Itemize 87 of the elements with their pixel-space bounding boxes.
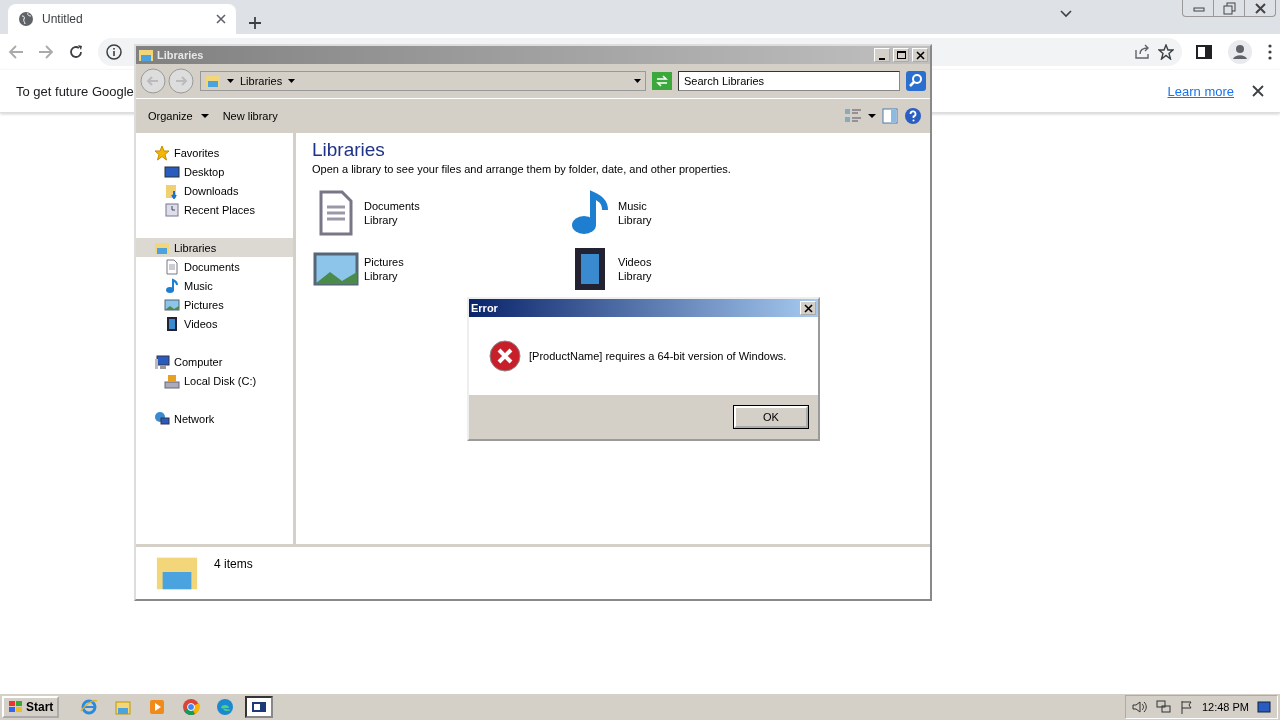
library-name: Music: [618, 199, 648, 213]
organize-menu[interactable]: Organize: [144, 108, 213, 124]
monitor-icon: [164, 163, 180, 180]
maximize-icon[interactable]: [895, 50, 907, 60]
nav-item[interactable]: Libraries: [136, 238, 293, 257]
item-count: 4 items: [214, 557, 253, 571]
ok-button[interactable]: OK: [734, 406, 808, 428]
flag-icon[interactable]: [1179, 700, 1194, 714]
nav-item[interactable]: Videos: [136, 314, 293, 333]
film-icon: [164, 315, 180, 332]
folder-icon: [164, 182, 180, 199]
error-message: [ProductName] requires a 64-bit version of Windows.: [529, 350, 787, 362]
menu-icon[interactable]: [1268, 44, 1272, 60]
share-icon[interactable]: [1134, 44, 1150, 60]
document-icon: [164, 258, 180, 275]
windows-logo-icon: [8, 700, 24, 714]
nav-item[interactable]: Music: [136, 276, 293, 295]
chevron-down-icon[interactable]: [1060, 10, 1072, 18]
library-name: Pictures: [364, 255, 404, 269]
info-text: To get future Google: [16, 83, 134, 99]
computer-icon: [154, 353, 170, 370]
library-item[interactable]: Music Library: [566, 189, 820, 237]
search-icon[interactable]: [906, 71, 926, 91]
close-icon[interactable]: [914, 50, 926, 60]
tab-title: Untitled: [42, 12, 84, 26]
show-desktop-icon[interactable]: [1257, 701, 1271, 713]
window-title: Libraries: [157, 49, 204, 61]
nav-item[interactable]: Pictures: [136, 295, 293, 314]
refresh-icon[interactable]: [652, 72, 672, 90]
speaker-icon[interactable]: [1131, 700, 1148, 714]
help-icon[interactable]: [904, 107, 922, 125]
picture-icon: [164, 296, 180, 313]
library-item[interactable]: Pictures Library: [312, 245, 566, 293]
network-icon[interactable]: [1155, 700, 1172, 714]
caret-icon[interactable]: [634, 79, 641, 83]
library-type: Library: [618, 213, 652, 227]
breadcrumb[interactable]: Libraries: [240, 75, 283, 87]
clock-icon: [164, 201, 180, 218]
nav-item[interactable]: Favorites: [136, 143, 293, 162]
library-type: Library: [618, 269, 652, 283]
caret-icon: [200, 114, 209, 118]
profile-icon[interactable]: [1228, 40, 1252, 64]
music-note-icon: [164, 277, 180, 294]
nav-item[interactable]: Downloads: [136, 181, 293, 200]
nav-item[interactable]: Network: [136, 409, 293, 428]
caret-icon[interactable]: [868, 114, 876, 118]
library-type: Library: [364, 213, 399, 227]
browser-tab[interactable]: Untitled: [8, 4, 236, 34]
reload-icon[interactable]: [68, 44, 84, 60]
info-icon: [106, 44, 122, 60]
restore-icon[interactable]: [1222, 1, 1236, 15]
close-icon[interactable]: [802, 303, 814, 313]
library-type: Library: [364, 269, 399, 283]
network-icon: [154, 410, 170, 427]
search-field[interactable]: Search Libraries: [678, 71, 900, 91]
learn-more-link[interactable]: Learn more: [1167, 83, 1234, 99]
library-name: Videos: [618, 255, 652, 269]
nav-item[interactable]: Local Disk (C:): [136, 371, 293, 390]
globe-icon: [18, 11, 34, 27]
page-heading: Libraries: [312, 139, 386, 161]
clock: 12:48 PM: [1201, 701, 1249, 713]
description: Open a library to see your files and arrange them by folder, date, and other properties.: [312, 163, 732, 175]
folder-icon: [205, 73, 221, 89]
address-bar[interactable]: Libraries: [200, 71, 646, 91]
caret-icon[interactable]: [227, 79, 234, 83]
nav-item[interactable]: Documents: [136, 257, 293, 276]
side-panel-icon[interactable]: [1196, 44, 1212, 60]
nav-item[interactable]: Desktop: [136, 162, 293, 181]
close-icon[interactable]: [216, 14, 226, 24]
caret-icon[interactable]: [288, 79, 296, 83]
star-icon: [154, 144, 170, 161]
library-name: Documents: [364, 199, 420, 213]
star-icon[interactable]: [1158, 44, 1174, 60]
new-tab-icon[interactable]: [248, 16, 262, 30]
close-icon[interactable]: [1252, 85, 1264, 97]
nav-item[interactable]: Recent Places: [136, 200, 293, 219]
disk-icon: [164, 372, 180, 389]
dialog-title: Error: [471, 302, 498, 314]
error-icon: [489, 340, 521, 372]
chrome-icon[interactable]: [182, 698, 201, 716]
toolbar-button[interactable]: New library: [218, 108, 282, 124]
start-button[interactable]: Start: [2, 696, 60, 718]
folder-icon: [138, 47, 154, 63]
library-item[interactable]: Documents Library: [312, 189, 566, 237]
close-icon[interactable]: [1253, 1, 1267, 15]
nav-item[interactable]: Computer: [136, 352, 293, 371]
library-item[interactable]: Videos Library: [566, 245, 820, 293]
